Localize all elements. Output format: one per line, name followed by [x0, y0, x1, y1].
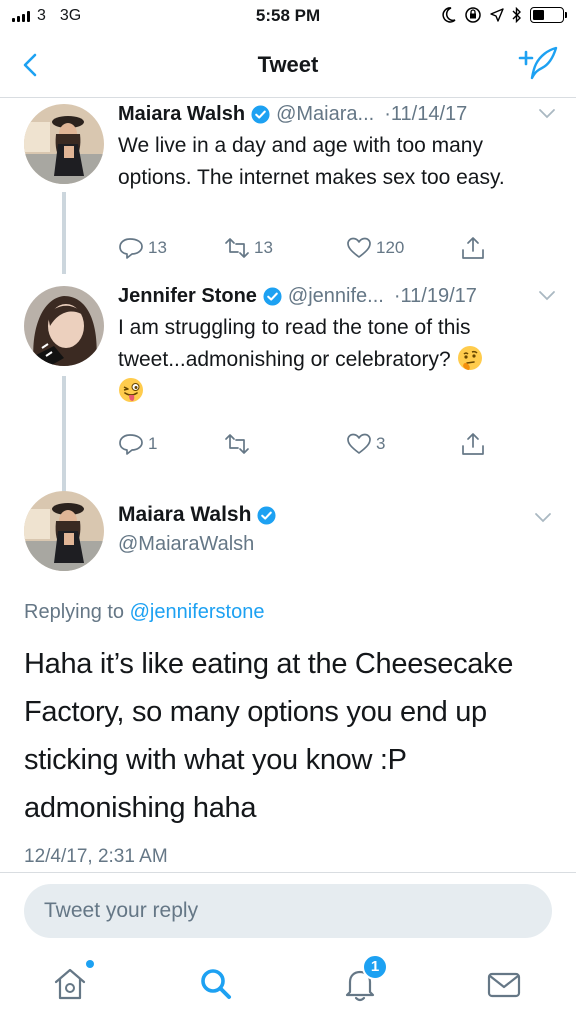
- replying-prefix: Replying to: [24, 601, 125, 623]
- mail-icon: [487, 972, 521, 998]
- author-handle[interactable]: @jennife...: [288, 285, 384, 308]
- share-icon: [462, 433, 484, 455]
- heart-icon: [347, 237, 371, 258]
- tab-search[interactable]: [196, 964, 236, 1004]
- tweet-text: We live in a day and age with too many o…: [118, 134, 505, 189]
- author-handle[interactable]: @MaiaraWalsh: [118, 533, 254, 556]
- like-button[interactable]: 120: [346, 236, 404, 260]
- tweet-header: Jennifer Stone @jennife... · 11/19/17: [118, 282, 556, 310]
- lock-rotation-icon: [465, 7, 481, 23]
- verified-badge-icon: [257, 505, 276, 525]
- location-icon: [490, 8, 504, 22]
- status-bar: 3 3G 5:58 PM: [0, 0, 576, 34]
- verified-badge-icon: [263, 286, 282, 306]
- verified-badge-icon: [251, 104, 270, 124]
- bluetooth-icon: [512, 7, 521, 23]
- tweet-actions: 13 13 120: [118, 236, 498, 260]
- battery-icon: [530, 7, 567, 23]
- tweet-actions: 1 3: [118, 432, 498, 456]
- author-name[interactable]: Jennifer Stone: [118, 285, 257, 308]
- tweet-date: 11/14/17: [390, 102, 468, 125]
- page-title: Tweet: [257, 52, 319, 77]
- reply-icon: [119, 238, 143, 259]
- search-icon: [201, 969, 231, 999]
- avatar[interactable]: [24, 491, 104, 571]
- thread-tweet[interactable]: Maiara Walsh @Maiara... · 11/14/17 We li…: [0, 98, 576, 288]
- retweet-button[interactable]: [224, 432, 254, 456]
- author-handle[interactable]: @Maiara...: [276, 103, 374, 126]
- thread-connector: [62, 192, 66, 274]
- tweet-text: I am struggling to read the tone of this…: [118, 316, 471, 371]
- chevron-down-icon[interactable]: [534, 510, 552, 524]
- chevron-down-icon[interactable]: [538, 106, 556, 120]
- tab-notifications[interactable]: 1: [340, 954, 388, 1004]
- heart-icon: [347, 433, 371, 454]
- like-button[interactable]: 3: [346, 432, 385, 456]
- reply-count: 1: [148, 434, 158, 453]
- mention-link[interactable]: @jenniferstone: [130, 601, 265, 623]
- retweet-icon: [225, 238, 249, 258]
- tweet-header: Maiara Walsh @Maiara... · 11/14/17: [118, 100, 556, 128]
- reply-icon: [119, 434, 143, 455]
- home-icon: [54, 968, 86, 1000]
- chevron-down-icon[interactable]: [538, 288, 556, 302]
- battery-fill: [533, 10, 545, 20]
- thread-connector: [62, 376, 66, 492]
- author-name[interactable]: Maiara Walsh: [118, 103, 245, 126]
- moon-icon: [442, 7, 456, 23]
- divider: [0, 872, 576, 873]
- reply-placeholder: Tweet your reply: [44, 899, 199, 922]
- new-content-dot: [86, 960, 94, 968]
- tweet-timestamp: 12/4/17, 2:31 AM: [24, 846, 168, 867]
- like-count: 3: [376, 434, 386, 453]
- thread-tweet[interactable]: Jennifer Stone @jennife... · 11/19/17 I …: [0, 282, 576, 492]
- author-name[interactable]: Maiara Walsh: [118, 503, 251, 527]
- thinking-face-emoji: [457, 346, 482, 370]
- retweet-count: 13: [254, 238, 273, 257]
- reply-input[interactable]: Tweet your reply: [24, 884, 552, 938]
- focused-tweet-text: Haha it’s like eating at the Cheesecake …: [24, 648, 514, 824]
- reply-button[interactable]: 13: [118, 236, 167, 260]
- replying-to-line: Replying to @jenniferstone: [24, 601, 264, 624]
- tweet-text-block: I am struggling to read the tone of this…: [118, 312, 546, 408]
- tab-home[interactable]: [52, 960, 94, 1004]
- reply-count: 13: [148, 238, 167, 257]
- date-separator: ·: [393, 284, 401, 307]
- tab-messages[interactable]: [484, 964, 524, 1004]
- compose-tweet-icon[interactable]: [518, 46, 558, 80]
- retweet-button[interactable]: 13: [224, 236, 273, 260]
- winking-tongue-emoji: [119, 378, 143, 402]
- share-button[interactable]: [460, 432, 486, 456]
- share-icon: [462, 237, 484, 259]
- tab-bar: 1: [0, 950, 576, 1024]
- focused-author[interactable]: Maiara Walsh: [118, 503, 282, 527]
- navigation-bar: Tweet: [0, 34, 576, 98]
- reply-button[interactable]: 1: [118, 432, 157, 456]
- avatar[interactable]: [24, 104, 104, 184]
- tweet-date: 11/19/17: [400, 284, 477, 307]
- retweet-icon: [225, 434, 249, 454]
- like-count: 120: [376, 238, 405, 257]
- avatar[interactable]: [24, 286, 104, 366]
- date-separator: ·: [384, 102, 391, 125]
- share-button[interactable]: [460, 236, 486, 260]
- notification-badge: 1: [362, 954, 388, 980]
